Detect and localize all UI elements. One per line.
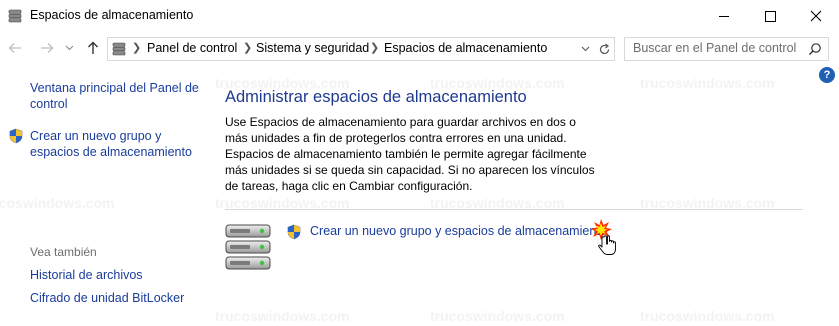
up-arrow-icon xyxy=(88,41,98,54)
create-pool-task-link[interactable]: Crear un nuevo grupo y espacios de almac… xyxy=(310,224,607,238)
see-also-label: Vea también xyxy=(30,245,97,259)
search-icon xyxy=(809,43,821,55)
watermark: trucoswindows.com xyxy=(640,308,775,324)
chevron-down-icon xyxy=(581,46,589,52)
address-dropdown-button[interactable] xyxy=(578,42,592,56)
close-icon xyxy=(810,10,822,22)
title-bar[interactable]: Espacios de almacenamiento xyxy=(0,0,839,32)
create-pool-link-sidebar[interactable]: Crear un nuevo grupo y espacios de almac… xyxy=(30,128,200,160)
pointer-hand-icon xyxy=(591,219,616,255)
watermark: trucoswindows.com xyxy=(640,75,775,91)
breadcrumb-separator-icon[interactable]: ❯ xyxy=(243,41,252,54)
page-title: Administrar espacios de almacenamiento xyxy=(225,88,527,106)
watermark: trucoswindows.com xyxy=(0,195,115,211)
forward-arrow-icon xyxy=(41,43,54,53)
breadcrumb-separator-icon[interactable]: ❯ xyxy=(370,41,379,54)
maximize-icon xyxy=(764,10,776,22)
watermark: trucoswindows.com xyxy=(430,308,565,324)
navigation-bar: ❯ Panel de control ❯ Sistema y seguridad… xyxy=(0,33,839,63)
uac-shield-icon xyxy=(9,128,23,144)
maximize-button[interactable] xyxy=(747,0,793,32)
storage-spaces-icon xyxy=(8,9,22,23)
up-button[interactable] xyxy=(84,39,102,57)
help-icon[interactable]: ? xyxy=(819,67,835,83)
search-input[interactable]: Buscar en el Panel de control xyxy=(624,37,829,61)
close-button[interactable] xyxy=(793,0,839,32)
breadcrumb-separator-icon[interactable]: ❯ xyxy=(132,41,141,54)
breadcrumb-control-panel[interactable]: Panel de control xyxy=(147,41,237,55)
refresh-button[interactable] xyxy=(596,41,612,57)
page-description: Use Espacios de almacenamiento para guar… xyxy=(225,115,595,193)
minimize-icon xyxy=(719,15,729,17)
drives-stack-icon xyxy=(225,224,271,270)
breadcrumb-system-security[interactable]: Sistema y seguridad xyxy=(256,41,369,55)
watermark: trucoswindows.com xyxy=(215,308,350,324)
bitlocker-link[interactable]: Cifrado de unidad BitLocker xyxy=(30,290,184,306)
search-placeholder: Buscar en el Panel de control xyxy=(633,41,797,55)
recent-locations-button[interactable] xyxy=(63,39,75,57)
uac-shield-icon xyxy=(287,224,301,240)
recent-dropdown-icon xyxy=(65,45,73,51)
minimize-button[interactable] xyxy=(701,0,747,32)
breadcrumb-storage-spaces[interactable]: Espacios de almacenamiento xyxy=(384,41,547,55)
file-history-link[interactable]: Historial de archivos xyxy=(30,267,143,283)
control-panel-home-link[interactable]: Ventana principal del Panel de control xyxy=(30,80,200,112)
refresh-icon xyxy=(599,43,609,54)
address-bar[interactable]: ❯ Panel de control ❯ Sistema y seguridad… xyxy=(107,37,615,61)
divider xyxy=(225,209,803,210)
back-arrow-icon xyxy=(8,43,21,53)
back-button[interactable] xyxy=(6,39,24,57)
window-title: Espacios de almacenamiento xyxy=(30,8,194,22)
storage-spaces-icon xyxy=(112,42,126,56)
forward-button[interactable] xyxy=(38,39,56,57)
